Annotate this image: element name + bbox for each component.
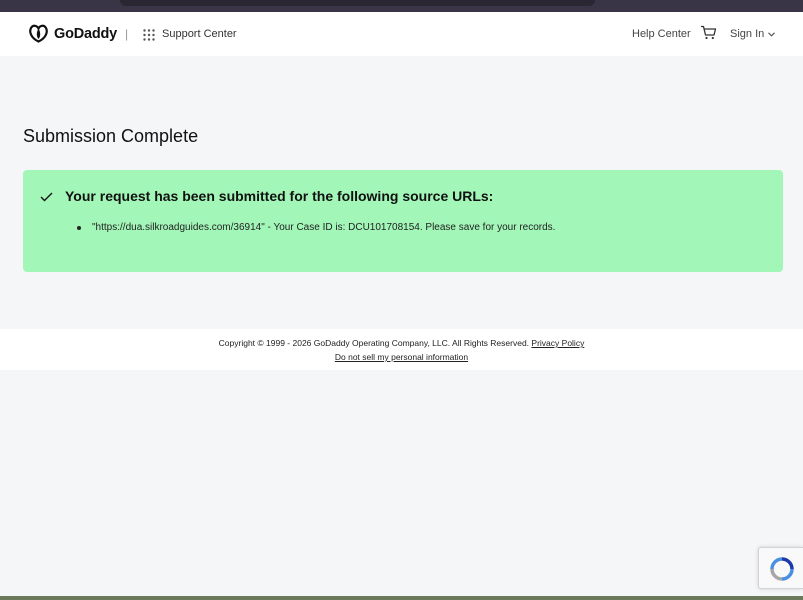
site-header: GoDaddy | Support Center Help Center Sig… [0, 12, 803, 56]
alert-heading: Your request has been submitted for the … [65, 188, 494, 204]
header-divider: | [125, 27, 129, 41]
browser-bottom-strip [0, 596, 803, 600]
bullet [77, 225, 81, 230]
do-not-sell-link[interactable]: Do not sell my personal information [335, 352, 468, 362]
sign-in-label: Sign In [730, 28, 765, 40]
check-icon [40, 189, 53, 202]
source-url-list: "https://dua.silkroadguides.com/36914" -… [77, 222, 555, 233]
site-footer: Copyright © 1999 - 2026 GoDaddy Operatin… [0, 329, 803, 370]
sign-in-menu[interactable]: Sign In [730, 28, 776, 40]
godaddy-logo-icon [28, 24, 49, 43]
footer-copyright-line: Copyright © 1999 - 2026 GoDaddy Operatin… [0, 338, 803, 348]
browser-address-bar-edge [120, 0, 595, 6]
recaptcha-badge[interactable] [758, 547, 803, 589]
browser-top-strip [0, 0, 803, 12]
privacy-policy-link[interactable]: Privacy Policy [531, 338, 584, 348]
page-title: Submission Complete [23, 126, 199, 146]
list-item: "https://dua.silkroadguides.com/36914" -… [77, 222, 555, 233]
case-id-text: "https://dua.silkroadguides.com/36914" -… [92, 222, 556, 233]
grid-apps-icon[interactable] [143, 28, 155, 41]
support-center-link[interactable]: Support Center [162, 28, 237, 40]
godaddy-logo[interactable]: GoDaddy [28, 24, 117, 43]
cart-icon[interactable] [700, 25, 717, 40]
brand-name: GoDaddy [54, 25, 118, 42]
footer-optout-line: Do not sell my personal information [0, 352, 803, 362]
help-center-link[interactable]: Help Center [632, 28, 691, 40]
copyright-text: Copyright © 1999 - 2026 GoDaddy Operatin… [218, 338, 530, 348]
chevron-down-icon [768, 28, 776, 40]
success-alert: Your request has been submitted for the … [23, 170, 783, 272]
